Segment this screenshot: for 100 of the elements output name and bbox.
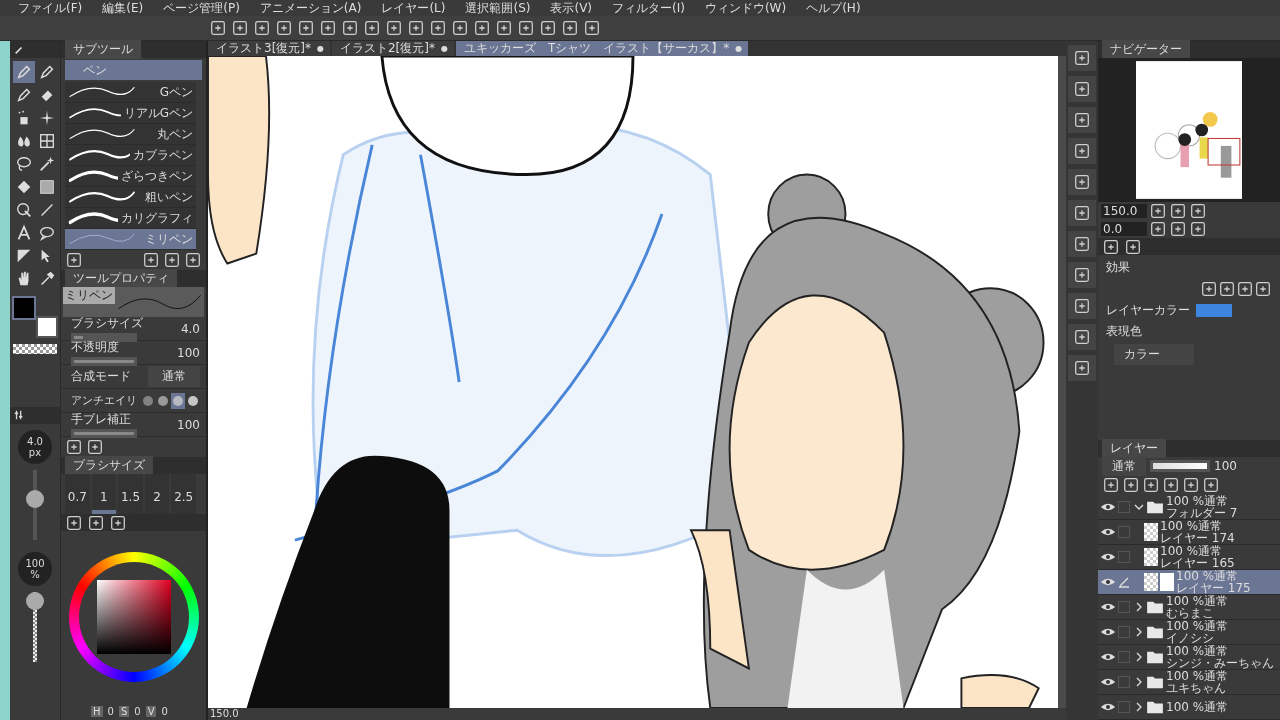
property-label: ブラシサイズ	[71, 315, 144, 332]
eye-icon[interactable]	[1100, 602, 1116, 612]
checkbox[interactable]	[1118, 601, 1130, 613]
channel-label: H	[91, 705, 103, 717]
property-slider[interactable]	[71, 357, 137, 366]
main-color-swatch[interactable]	[12, 296, 36, 320]
menu-item[interactable]: 編集(E)	[102, 0, 144, 16]
subtool-item[interactable]: Gペン	[65, 82, 196, 103]
pencil-icon[interactable]	[14, 44, 24, 55]
zoom-readout: 150.0	[210, 708, 239, 719]
eye-icon[interactable]	[1100, 677, 1116, 687]
document-tab[interactable]: イラスト3[復元]*	[208, 41, 315, 56]
menu-item[interactable]: 選択範囲(S)	[465, 0, 531, 16]
layer-mode: 100 %通常	[1166, 645, 1230, 657]
panel-tab[interactable]: レイヤー	[1102, 439, 1166, 458]
eye-icon[interactable]	[1100, 527, 1116, 537]
checkbox[interactable]	[1118, 651, 1130, 663]
checkbox[interactable]	[1118, 626, 1130, 638]
subtool-item[interactable]: 粗いペン	[65, 187, 196, 208]
sliders-icon[interactable]	[14, 410, 24, 420]
layer-row[interactable]: 100 %通常	[1098, 695, 1280, 720]
layer-name: レイヤー 174	[1160, 532, 1235, 544]
eye-icon[interactable]	[1100, 627, 1116, 637]
menu-item[interactable]: ウィンドウ(W)	[704, 0, 787, 16]
layer-row[interactable]: 100 %通常 レイヤー 174	[1098, 520, 1280, 545]
menu-item[interactable]: ヘルプ(H)	[806, 0, 861, 16]
document-tab[interactable]: ユキッカーズ Tシャツ イラスト【サーカス】*	[455, 41, 734, 56]
transparent-swatch[interactable]	[13, 344, 57, 354]
layer-name: レイヤー 165	[1160, 557, 1235, 569]
property-slider[interactable]	[71, 333, 137, 342]
menu-item[interactable]: ページ管理(P)	[163, 0, 240, 16]
saturation-value-square[interactable]	[96, 579, 171, 654]
checkbox[interactable]	[1118, 701, 1130, 713]
sub-color-swatch[interactable]	[36, 316, 58, 338]
tab-close-button[interactable]: ●	[315, 41, 330, 56]
menu-item[interactable]: レイヤー(L)	[381, 0, 446, 16]
layer-row[interactable]: 100 %通常 レイヤー 175	[1098, 570, 1280, 595]
brush-size-preset[interactable]: 2.5	[171, 474, 196, 514]
layer-row[interactable]: 100 %通常 むらまこ	[1098, 595, 1280, 620]
color-mode-dropdown[interactable]: カラー	[1114, 344, 1194, 365]
subtool-item[interactable]: 丸ペン	[65, 124, 196, 145]
menu-item[interactable]: 表示(V)	[550, 0, 593, 16]
checkbox[interactable]	[1118, 551, 1130, 563]
layer-row[interactable]: 100 %通常 フォルダー 7	[1098, 495, 1280, 520]
number-field[interactable]: 4.0	[180, 321, 200, 336]
blend-mode-dropdown[interactable]: 通常	[148, 366, 200, 387]
eye-icon[interactable]	[1100, 702, 1116, 712]
eye-icon[interactable]	[1100, 577, 1116, 587]
rotation-field[interactable]: 0.0	[1101, 222, 1147, 236]
brush-size-preset[interactable]: 1.5	[118, 474, 143, 514]
layer-mask-icon	[1160, 573, 1174, 591]
caret-icon[interactable]	[1134, 652, 1144, 662]
layer-row[interactable]: 100 %通常 イノシシ	[1098, 620, 1280, 645]
caret-icon[interactable]	[1134, 677, 1144, 687]
subtool-item[interactable]: カリグラフィ	[65, 208, 196, 229]
slider-thumb[interactable]	[26, 591, 44, 610]
pen-icon[interactable]	[1118, 576, 1130, 588]
layer-thumbnail	[1144, 573, 1158, 591]
eye-icon[interactable]	[1100, 652, 1116, 662]
number-field[interactable]: 100	[177, 417, 200, 432]
caret-icon[interactable]	[1134, 702, 1144, 712]
menu-item[interactable]: フィルター(I)	[612, 0, 685, 16]
menu-item[interactable]: ファイル(F)	[18, 0, 83, 16]
layer-thumbnail	[1144, 548, 1158, 566]
number-field[interactable]: 100	[177, 345, 200, 360]
caret-icon[interactable]	[1134, 502, 1144, 512]
subtool-item[interactable]: ざらつきペン	[65, 166, 196, 187]
antialias-option[interactable]	[171, 392, 185, 409]
subtool-item[interactable]: ミリペン	[65, 229, 196, 250]
lasso-icon	[14, 155, 33, 173]
subtool-item[interactable]: リアルGペン	[65, 103, 196, 124]
caret-icon[interactable]	[1134, 602, 1144, 612]
document-tab[interactable]: イラスト2[復元]*	[332, 41, 439, 56]
checkbox[interactable]	[1118, 501, 1130, 513]
property-label: アンチエイリ	[71, 393, 137, 408]
brush-size-preset[interactable]: 1	[91, 474, 117, 514]
tool-button[interactable]	[12, 61, 35, 83]
brush-size-preset[interactable]: 0.7	[65, 474, 90, 514]
subtool-group-button[interactable]: ペン	[65, 60, 202, 80]
layer-row[interactable]: 100 %通常 シンジ・みーちゃん	[1098, 645, 1280, 670]
zoom-field[interactable]: 150.0	[1101, 204, 1147, 218]
caret-icon[interactable]	[1134, 627, 1144, 637]
subtool-item[interactable]: カブラペン	[65, 145, 196, 166]
eye-icon[interactable]	[1100, 502, 1116, 512]
section-label: 表現色	[1106, 323, 1143, 340]
property-slider[interactable]	[71, 429, 137, 438]
panel-tab[interactable]: サブツール	[65, 40, 141, 59]
unit-text: px	[28, 446, 42, 458]
panel-tab[interactable]: ブラシサイズ	[65, 456, 153, 475]
eye-icon[interactable]	[1100, 552, 1116, 562]
menu-item[interactable]: アニメーション(A)	[259, 0, 362, 16]
preview-label: ミリペン	[63, 287, 115, 304]
checkbox[interactable]	[1118, 676, 1130, 688]
checkbox[interactable]	[1118, 526, 1130, 538]
slider-thumb[interactable]	[26, 490, 44, 509]
layer-color-swatch[interactable]	[1196, 304, 1232, 317]
brush-size-preset[interactable]: 2	[144, 474, 170, 514]
layer-mode: 100 %通常	[1160, 520, 1224, 532]
layer-row[interactable]: 100 %通常 ユキちゃん	[1098, 670, 1280, 695]
opacity-field[interactable]: 100	[1214, 459, 1237, 473]
